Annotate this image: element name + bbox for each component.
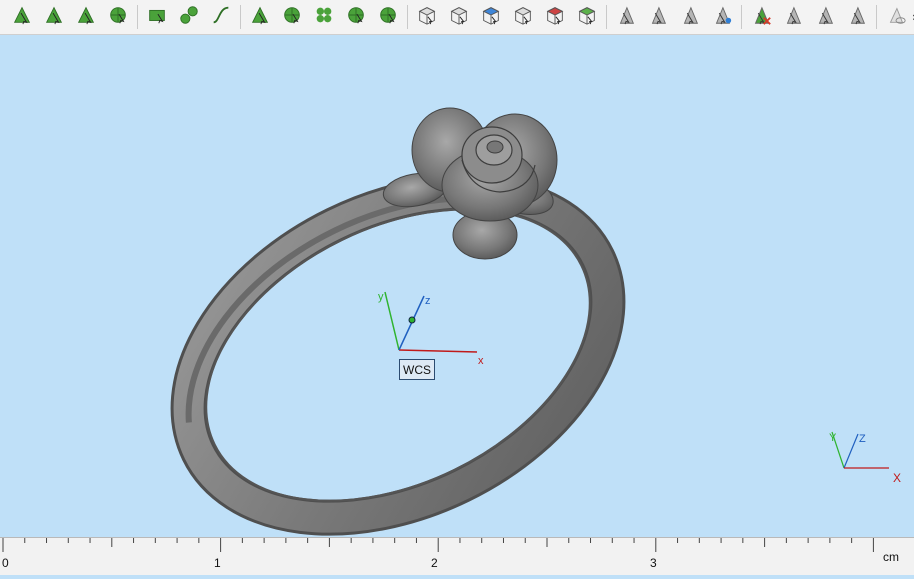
- ruler-ticks: [2, 538, 874, 552]
- toolbar-buttons: [6, 2, 912, 32]
- box-green-icon: [576, 4, 598, 30]
- free-curve-button[interactable]: [206, 2, 236, 32]
- triad-x-label: X: [893, 471, 901, 485]
- radial-button[interactable]: [277, 2, 307, 32]
- move-select-button[interactable]: [675, 2, 705, 32]
- toolbar-separator: [240, 5, 241, 29]
- pattern-icon: [249, 4, 271, 30]
- ruler-label-3: 3: [650, 556, 657, 570]
- toolbar-separator: [741, 5, 742, 29]
- draw-circle-button[interactable]: [103, 2, 133, 32]
- triad-z-label: Z: [859, 433, 866, 445]
- free-curve-icon: [210, 4, 232, 30]
- box-shaded-button[interactable]: [444, 2, 474, 32]
- toolbar-separator: [407, 5, 408, 29]
- rose-model[interactable]: [381, 107, 558, 260]
- eye-icon: [885, 4, 907, 30]
- delete-select-button[interactable]: [746, 2, 776, 32]
- box-green-button[interactable]: [572, 2, 602, 32]
- radial-icon: [281, 4, 303, 30]
- sphere-split-button[interactable]: [341, 2, 371, 32]
- view-orientation-triad[interactable]: Y Z X: [829, 431, 901, 485]
- wcs-axes: y z x: [378, 291, 484, 367]
- draw-polygon-button[interactable]: [39, 2, 69, 32]
- box-view-icon: [416, 4, 438, 30]
- box-red-button[interactable]: [540, 2, 570, 32]
- rotate-button[interactable]: [373, 2, 403, 32]
- main-toolbar: »: [0, 0, 914, 35]
- box-wire-icon: [512, 4, 534, 30]
- shape-gray-button[interactable]: [778, 2, 808, 32]
- wcs-label-box: WCS: [399, 359, 435, 380]
- pattern-button[interactable]: [245, 2, 275, 32]
- shape-select-icon: [647, 4, 669, 30]
- toolbar-separator: [137, 5, 138, 29]
- move-select-icon: [679, 4, 701, 30]
- copy-shape-icon: [814, 4, 836, 30]
- sphere-split-icon: [345, 4, 367, 30]
- ruler: 0 1 2 3 cm: [0, 537, 914, 575]
- layer-icon: [846, 4, 868, 30]
- flower-icon: [313, 4, 335, 30]
- 3d-viewport[interactable]: y z x Y Z X: [0, 35, 914, 537]
- rectangle-icon: [146, 4, 168, 30]
- box-shaded-icon: [448, 4, 470, 30]
- box-red-icon: [544, 4, 566, 30]
- draw-spline-button[interactable]: [71, 2, 101, 32]
- box-color-button[interactable]: [476, 2, 506, 32]
- rotate-icon: [377, 4, 399, 30]
- eye-button[interactable]: [881, 2, 911, 32]
- paint-select-button[interactable]: [707, 2, 737, 32]
- arrow-select-icon: [615, 4, 637, 30]
- delete-select-icon: [750, 4, 772, 30]
- wcs-x-label: x: [478, 355, 484, 367]
- layer-button[interactable]: [842, 2, 872, 32]
- ruler-label-0: 0: [2, 556, 9, 570]
- ruler-unit: cm: [883, 550, 899, 564]
- ruler-label-1: 1: [214, 556, 221, 570]
- draw-circle-icon: [107, 4, 129, 30]
- box-wire-button[interactable]: [508, 2, 538, 32]
- draw-polygon-icon: [43, 4, 65, 30]
- rectangle-button[interactable]: [142, 2, 172, 32]
- shape-select-button[interactable]: [643, 2, 673, 32]
- triad-y-label: Y: [829, 432, 837, 444]
- toolbar-separator: [876, 5, 877, 29]
- flower-button[interactable]: [309, 2, 339, 32]
- two-circles-button[interactable]: [174, 2, 204, 32]
- box-view-button[interactable]: [412, 2, 442, 32]
- wcs-y-label: y: [378, 291, 384, 303]
- copy-shape-button[interactable]: [810, 2, 840, 32]
- paint-select-icon: [711, 4, 733, 30]
- draw-curve-button[interactable]: [7, 2, 37, 32]
- shape-gray-icon: [782, 4, 804, 30]
- toolbar-separator: [606, 5, 607, 29]
- two-circles-icon: [178, 4, 200, 30]
- draw-spline-icon: [75, 4, 97, 30]
- wcs-z-label: z: [425, 295, 431, 307]
- draw-curve-icon: [11, 4, 33, 30]
- box-color-icon: [480, 4, 502, 30]
- scene-svg: y z x Y Z X: [170, 107, 901, 536]
- arrow-select-button[interactable]: [611, 2, 641, 32]
- ruler-label-2: 2: [431, 556, 438, 570]
